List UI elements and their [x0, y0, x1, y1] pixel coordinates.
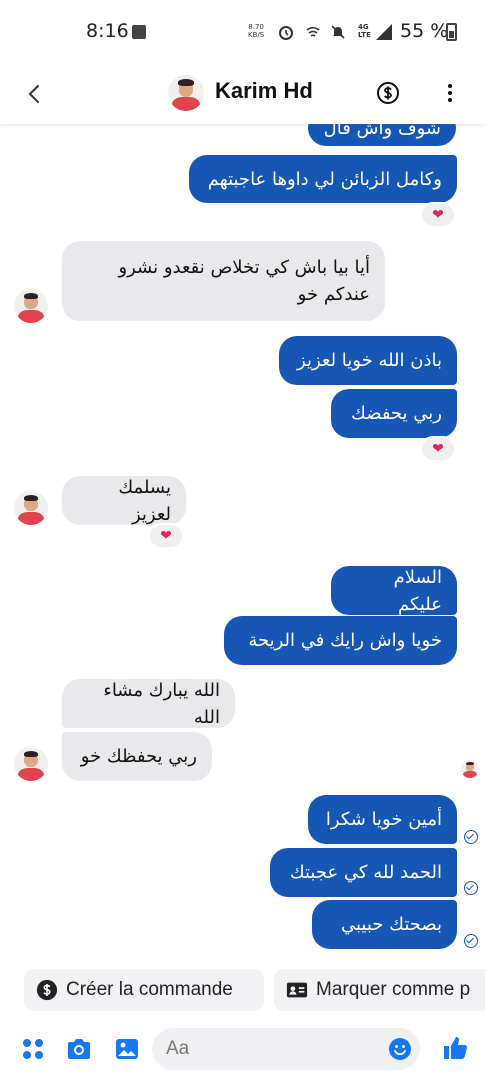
chat-thread[interactable]: شوف واش قال وكامل الزبائن لي داوها عاجبت…: [0, 124, 485, 960]
heart-icon: ❤: [160, 528, 172, 544]
contact-avatar[interactable]: [14, 289, 48, 323]
message-outgoing[interactable]: ربي يحفضك: [331, 389, 457, 438]
dollar-icon[interactable]: [376, 81, 400, 105]
message-outgoing[interactable]: وكامل الزبائن لي داوها عاجبتهم: [189, 155, 457, 203]
gallery-icon[interactable]: [114, 1036, 140, 1062]
seen-check-icon: [464, 830, 478, 844]
message-incoming[interactable]: أيا بيا باش كي تخلاص نقعدو نشرو عندكم خو: [62, 241, 385, 321]
message-outgoing[interactable]: شوف واش قال: [308, 124, 456, 146]
heart-reaction[interactable]: ❤: [420, 202, 456, 228]
dollar-icon: [36, 979, 58, 1001]
mark-as-label: Marquer comme p: [316, 979, 471, 1000]
battery-percent: 55 %: [400, 20, 449, 42]
back-arrow-icon[interactable]: [24, 80, 46, 108]
contact-card-icon: [286, 982, 308, 998]
contact-name[interactable]: Karim Hd: [215, 78, 313, 104]
message-outgoing[interactable]: بصحتك حبيبي: [312, 900, 457, 949]
message-outgoing[interactable]: خويا واش رايك في الريحة: [224, 616, 457, 665]
mute-icon: [331, 25, 345, 39]
seen-check-icon: [464, 881, 478, 895]
heart-reaction[interactable]: ❤: [420, 436, 456, 462]
network-type-label: 4G: [358, 23, 369, 31]
quick-actions-bar: Créer la commande Marquer comme p: [0, 965, 485, 1013]
message-incoming[interactable]: ربي يحفظك خو: [62, 732, 212, 781]
message-outgoing[interactable]: باذن الله خويا لعزيز: [279, 336, 457, 385]
network-speed-value: 8.70: [248, 23, 264, 31]
create-order-label: Créer la commande: [66, 979, 233, 1000]
heart-reaction[interactable]: ❤: [148, 523, 184, 549]
alarm-icon: [279, 26, 293, 40]
thumbs-up-icon[interactable]: [441, 1034, 469, 1062]
battery-icon: [446, 23, 457, 41]
message-incoming[interactable]: يسلمك لعزيز: [62, 476, 186, 525]
message-incoming[interactable]: الله يبارك مشاء الله: [62, 679, 235, 728]
heart-icon: ❤: [432, 441, 444, 457]
message-outgoing[interactable]: أمين خويا شكرا: [308, 795, 457, 844]
status-bar: 8:16 8.70 KB/S 4G LTE 55 %: [0, 0, 485, 64]
message-outgoing[interactable]: الحمد لله كي عجبتك: [270, 848, 457, 897]
camera-icon[interactable]: [66, 1036, 92, 1062]
contact-avatar[interactable]: [14, 491, 48, 525]
contact-avatar[interactable]: [168, 75, 204, 111]
chat-header: Karim Hd: [0, 64, 485, 124]
signal-icon: [376, 24, 392, 40]
hotspot-icon: [306, 26, 320, 37]
seen-avatar: [461, 760, 479, 778]
gallery-notification-icon: [132, 25, 146, 39]
mark-as-button[interactable]: Marquer comme p: [274, 969, 485, 1011]
status-time: 8:16: [86, 20, 129, 42]
grid-menu-icon[interactable]: [20, 1036, 46, 1062]
network-speed: 8.70 KB/S: [248, 23, 264, 39]
network-sub-label: LTE: [358, 31, 371, 39]
create-order-button[interactable]: Créer la commande: [24, 969, 264, 1011]
seen-check-icon: [464, 934, 478, 948]
network-speed-unit: KB/S: [248, 31, 265, 39]
heart-icon: ❤: [432, 207, 444, 223]
network-type: 4G LTE: [358, 23, 371, 39]
message-composer: [0, 1022, 485, 1080]
message-outgoing[interactable]: السلام عليكم: [331, 566, 457, 615]
message-input[interactable]: [152, 1028, 420, 1070]
more-vertical-icon[interactable]: [438, 81, 462, 105]
contact-avatar[interactable]: [14, 747, 48, 781]
emoji-icon[interactable]: [388, 1037, 412, 1061]
